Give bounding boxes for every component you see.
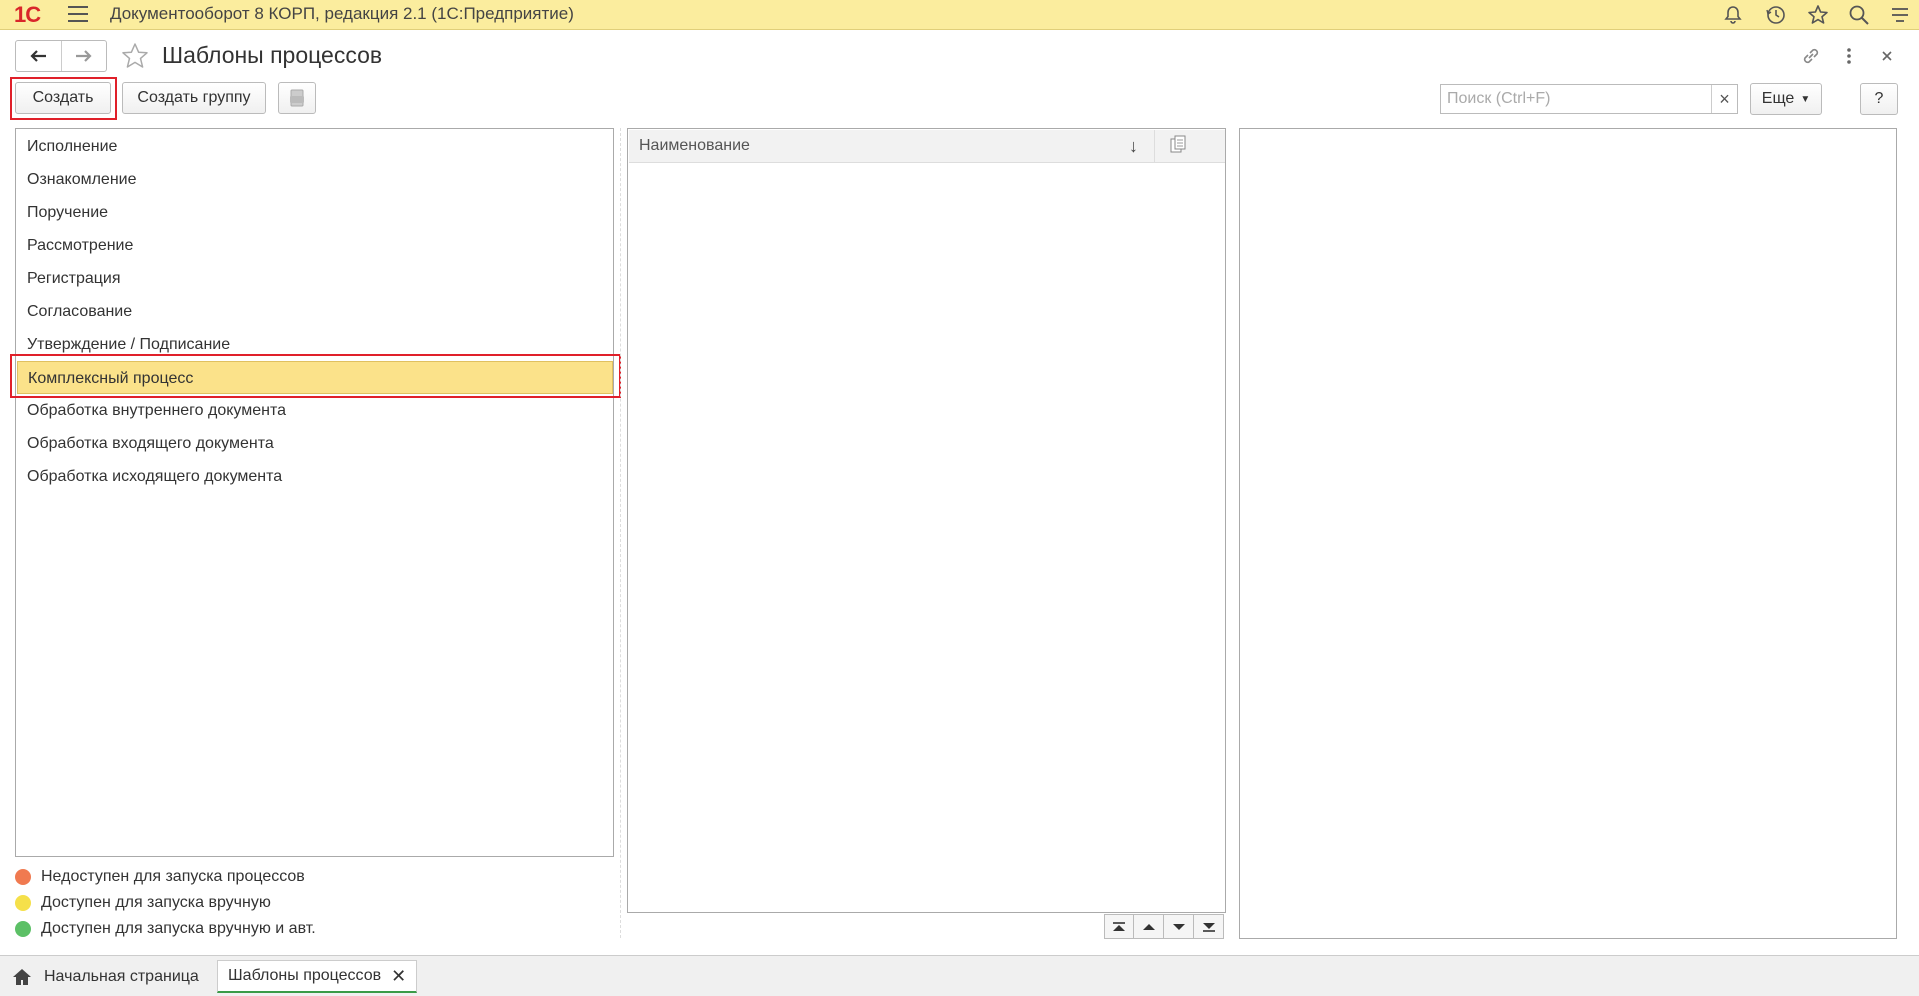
functions-menu-icon[interactable] [1887, 3, 1913, 27]
add-to-favorites-icon[interactable] [120, 41, 150, 71]
process-type-tree: Исполнение Ознакомление Поручение Рассмотре… [15, 128, 614, 857]
tree-item[interactable]: Ознакомление [17, 163, 613, 196]
page-title: Шаблоны процессов [162, 42, 383, 68]
search-icon[interactable] [1846, 3, 1872, 27]
copy-icon[interactable] [1169, 135, 1187, 160]
tab-home[interactable]: Начальная страница [12, 960, 199, 993]
column-separator [1154, 130, 1155, 163]
create-button[interactable]: Создать [15, 82, 111, 114]
menu-icon[interactable] [68, 6, 88, 22]
sort-arrow-icon[interactable]: ↓ [1129, 136, 1138, 157]
move-down-button[interactable] [1164, 914, 1194, 939]
table-header: Наименование ↓ [629, 130, 1225, 163]
legend-item: Доступен для запуска вручную и авт. [15, 920, 316, 938]
clear-search-button[interactable]: × [1711, 85, 1737, 113]
1c-logo: 1С [14, 2, 41, 27]
move-top-icon [1113, 921, 1125, 931]
star-icon[interactable] [1805, 3, 1831, 27]
history-icon[interactable] [1763, 3, 1789, 27]
preview-panel [1239, 128, 1897, 939]
create-group-button[interactable]: Создать группу [122, 82, 266, 114]
move-bottom-icon [1202, 922, 1215, 932]
panel-splitter[interactable] [620, 128, 621, 938]
tree-item[interactable]: Обработка входящего документа [17, 427, 613, 460]
arrow-left-icon [30, 50, 47, 62]
bell-icon[interactable] [1720, 3, 1746, 27]
tab-current-label: Шаблоны процессов [228, 967, 382, 984]
home-icon [13, 968, 31, 985]
document-icon [290, 89, 304, 107]
legend-item: Недоступен для запуска процессов [15, 868, 305, 886]
help-button[interactable]: ? [1860, 83, 1898, 115]
title-bar: 1С Документооборот 8 КОРП, редакция 2.1 … [0, 0, 1919, 30]
more-button[interactable]: Еще ▼ [1750, 83, 1822, 115]
legend-label: Доступен для запуска вручную [41, 894, 271, 911]
column-header-name[interactable]: Наименование [629, 137, 750, 155]
navigation-buttons [15, 40, 107, 72]
tree-item[interactable]: Согласование [17, 295, 613, 328]
more-button-label: Еще [1761, 90, 1795, 107]
tree-item[interactable]: Исполнение [17, 130, 613, 163]
more-vertical-icon[interactable] [1836, 43, 1862, 69]
back-button[interactable] [16, 41, 61, 71]
tree-item[interactable]: Поручение [17, 196, 613, 229]
search-input[interactable] [1441, 90, 1711, 108]
print-button[interactable] [278, 82, 316, 114]
tree-item[interactable]: Рассмотрение [17, 229, 613, 262]
close-icon[interactable] [1874, 43, 1900, 69]
forward-button[interactable] [60, 41, 107, 71]
move-up-button[interactable] [1134, 914, 1164, 939]
tab-process-templates[interactable]: Шаблоны процессов ✕ [217, 960, 418, 993]
arrow-right-icon [75, 50, 92, 62]
tree-item[interactable]: Регистрация [17, 262, 613, 295]
move-buttons [1104, 914, 1224, 939]
tab-bar: Начальная страница Шаблоны процессов ✕ [0, 955, 1919, 996]
legend-dot-icon [15, 869, 31, 885]
close-tab-icon[interactable]: ✕ [391, 966, 406, 987]
legend-dot-icon [15, 921, 31, 937]
tree-item[interactable]: Комплексный процесс [17, 361, 613, 394]
tree-item[interactable]: Обработка исходящего документа [17, 460, 613, 493]
app-title: Документооборот 8 КОРП, редакция 2.1 (1С… [110, 4, 574, 23]
link-icon[interactable] [1798, 43, 1824, 69]
legend-dot-icon [15, 895, 31, 911]
tree-item[interactable]: Утверждение / Подписание [17, 328, 613, 361]
chevron-down-icon: ▼ [1800, 93, 1811, 105]
arrow-up-icon [1142, 923, 1155, 930]
move-to-top-button[interactable] [1104, 914, 1134, 939]
templates-table: Наименование ↓ [627, 128, 1226, 913]
move-to-bottom-button[interactable] [1194, 914, 1224, 939]
search-field[interactable]: × [1440, 84, 1738, 114]
legend-label: Недоступен для запуска процессов [41, 868, 305, 885]
tree-item[interactable]: Обработка внутреннего документа [17, 394, 613, 427]
tab-home-label: Начальная страница [44, 967, 199, 985]
legend-item: Доступен для запуска вручную [15, 894, 271, 912]
arrow-down-icon [1172, 923, 1185, 930]
legend-label: Доступен для запуска вручную и авт. [41, 920, 316, 937]
